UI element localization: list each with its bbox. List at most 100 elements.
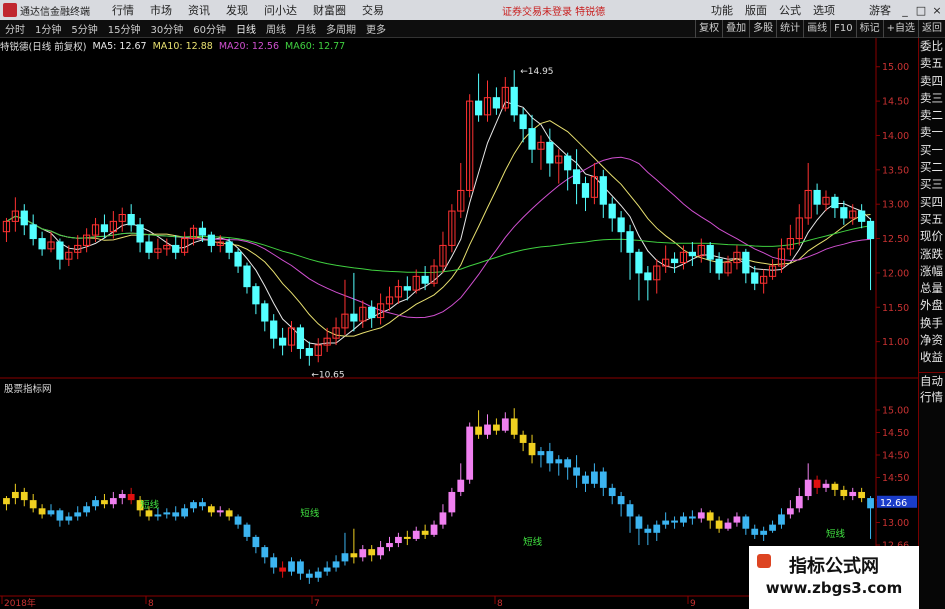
indicator-bar: [190, 502, 197, 509]
side-item-turnover[interactable]: 换手: [919, 315, 945, 332]
tool-mark[interactable]: 标记: [855, 20, 883, 38]
candle-body: [127, 214, 135, 226]
tool-stats[interactable]: 统计: [776, 20, 803, 38]
indicator-bar: [234, 516, 242, 525]
indicator-bar: [163, 512, 171, 515]
indicator-bar: [341, 553, 349, 562]
side-item-buy2[interactable]: 买二: [919, 159, 945, 176]
period-30min[interactable]: 30分钟: [145, 21, 188, 36]
side-item-netasset[interactable]: 净资: [919, 332, 945, 349]
candle-body: [100, 224, 109, 233]
candle-body: [29, 224, 37, 240]
watermark-banner: 指标公式网 www.zbgs3.com: [749, 546, 919, 609]
ma5-label: MA5: 12.67: [92, 40, 147, 52]
indicator-bar: [626, 504, 634, 517]
period-toolbar: 分时 1分钟 5分钟 15分钟 30分钟 60分钟 日线 周线 月线 多周期 更…: [0, 20, 945, 38]
side-item-sell4[interactable]: 卖四: [919, 73, 945, 90]
indicator-bar: [395, 536, 402, 544]
menu-market[interactable]: 市场: [142, 2, 180, 18]
kline-chart[interactable]: 15.00 14.50 14.00 13.50 13.00 12.50 12.00 11.50…: [0, 38, 918, 609]
period-more[interactable]: 更多: [361, 21, 391, 36]
side-item-buy5[interactable]: 买五: [919, 211, 945, 228]
side-item-volume[interactable]: 总量: [919, 280, 945, 297]
side-item-pct[interactable]: 涨幅: [919, 263, 945, 280]
ma20-label: MA20: 12.56: [218, 40, 280, 52]
side-item-buy4[interactable]: 买四: [919, 194, 945, 211]
minimize-icon[interactable]: _: [897, 4, 913, 17]
indicator-bar: [644, 528, 652, 533]
side-item-buy3[interactable]: 买三: [919, 176, 945, 193]
user-guest[interactable]: 游客: [863, 2, 897, 18]
period-1min[interactable]: 1分钟: [30, 21, 66, 36]
indicator-bar: [697, 512, 705, 519]
period-tick[interactable]: 分时: [0, 21, 30, 36]
candle-body: [421, 275, 429, 284]
price-tick-label: 13.00: [882, 200, 909, 211]
period-monthly[interactable]: 月线: [291, 21, 321, 36]
indicator-bar: [101, 500, 108, 505]
tool-f10[interactable]: F10: [830, 20, 855, 38]
side-item-weibi[interactable]: 委比: [919, 38, 945, 55]
side-item-price[interactable]: 现价: [919, 228, 945, 245]
side-item-auto[interactable]: 自动: [919, 371, 945, 389]
indicator-bar: [377, 547, 384, 556]
indicator-bar: [484, 424, 491, 435]
period-15min[interactable]: 15分钟: [103, 21, 146, 36]
candle-body: [626, 231, 634, 253]
indicator-bar: [270, 557, 278, 568]
menu-discover[interactable]: 发现: [218, 2, 256, 18]
candle-body: [350, 313, 358, 322]
side-item-outer[interactable]: 外盘: [919, 297, 945, 314]
tool-add-watchlist[interactable]: +自选: [882, 20, 918, 38]
side-item-sell2[interactable]: 卖二: [919, 107, 945, 124]
maximize-icon[interactable]: □: [913, 4, 929, 17]
candle-body: [510, 86, 518, 116]
indicator-bar: [769, 524, 776, 531]
menu-formula[interactable]: 公式: [773, 2, 807, 18]
indicator-bar: [305, 573, 313, 578]
side-item-earnings[interactable]: 收益: [919, 349, 945, 366]
close-icon[interactable]: ×: [929, 4, 945, 17]
tool-back[interactable]: 返回: [918, 20, 945, 38]
period-weekly[interactable]: 周线: [261, 21, 291, 36]
side-item-sell1[interactable]: 卖一: [919, 124, 945, 141]
period-multi[interactable]: 多周期: [321, 21, 361, 36]
indicator-bar: [74, 512, 82, 517]
side-item-change[interactable]: 涨跌: [919, 246, 945, 263]
menu-news[interactable]: 资讯: [180, 2, 218, 18]
indicator-bar: [323, 567, 331, 572]
indicator-bar: [555, 459, 563, 464]
candle-body: [635, 251, 643, 274]
ma20-line: [6, 156, 871, 319]
menu-layout[interactable]: 版面: [739, 2, 773, 18]
menu-wealth[interactable]: 财富圈: [305, 2, 354, 18]
side-item-quotes[interactable]: 行情: [919, 389, 945, 406]
indicator-bar: [501, 418, 509, 431]
indicator-bar: [546, 451, 554, 464]
menu-ask[interactable]: 问小达: [256, 2, 305, 18]
signal-label: 短线: [140, 499, 160, 511]
tool-multistock[interactable]: 多股: [749, 20, 776, 38]
indicator-bar: [778, 514, 785, 525]
tool-draw[interactable]: 画线: [803, 20, 830, 38]
indicator-bar: [403, 536, 411, 539]
tool-adjust[interactable]: 复权: [695, 20, 722, 38]
tool-overlay[interactable]: 叠加: [722, 20, 749, 38]
menu-function[interactable]: 功能: [705, 2, 739, 18]
candle-body: [581, 183, 590, 198]
side-item-sell3[interactable]: 卖三: [919, 90, 945, 107]
period-daily[interactable]: 日线: [231, 21, 261, 36]
login-notice[interactable]: 证券交易未登录 特锐德: [502, 3, 605, 18]
indicator-bar: [795, 496, 803, 509]
ma60-line: [6, 215, 871, 274]
period-5min[interactable]: 5分钟: [66, 21, 102, 36]
side-item-sell5[interactable]: 卖五: [919, 55, 945, 72]
side-item-buy1[interactable]: 买一: [919, 142, 945, 159]
period-60min[interactable]: 60分钟: [188, 21, 231, 36]
menu-quotes[interactable]: 行情: [104, 2, 142, 18]
indicator-bar: [20, 491, 28, 501]
candle-body: [831, 196, 839, 209]
menu-options[interactable]: 选项: [807, 2, 841, 18]
app-name: 通达信金融终端: [20, 6, 90, 18]
menu-trade[interactable]: 交易: [354, 2, 392, 18]
